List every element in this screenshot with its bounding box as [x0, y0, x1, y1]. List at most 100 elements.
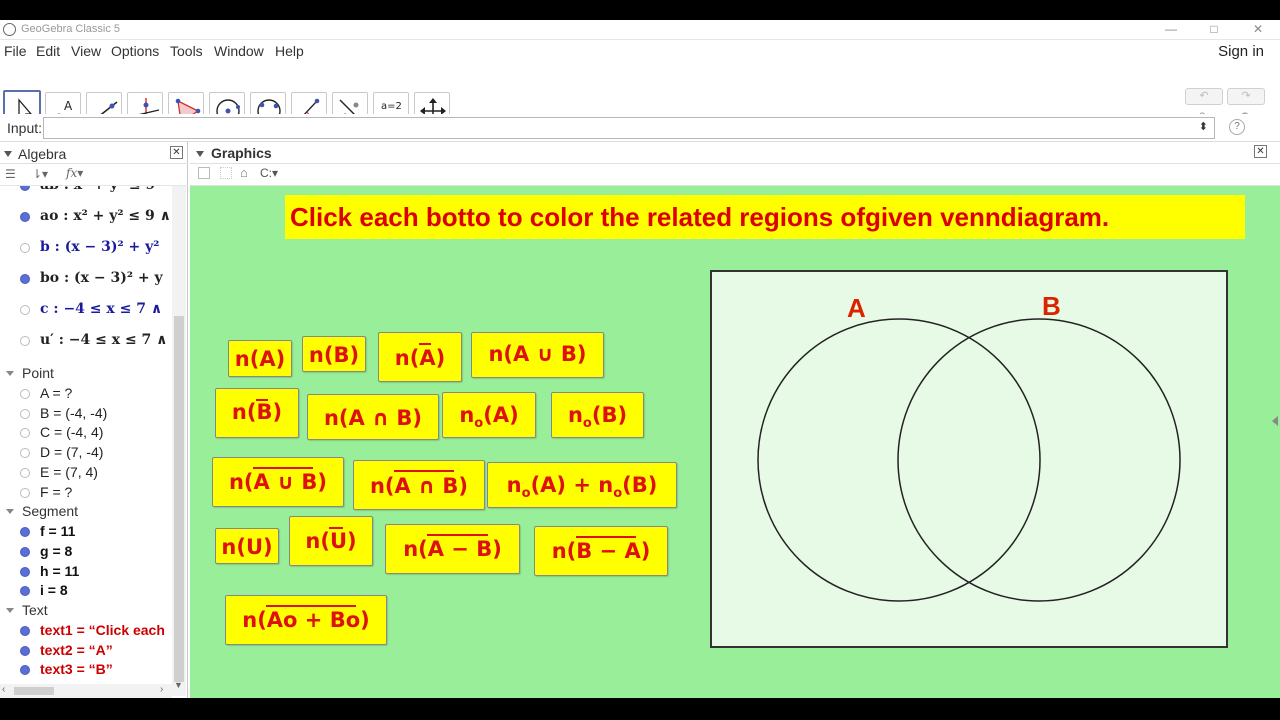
algebra-item[interactable]: b : (x − 3)² + y²: [0, 238, 172, 258]
n-a-union-b-complement-button[interactable]: n(A ∪ B): [212, 457, 344, 507]
input-label: Input:: [7, 120, 43, 136]
category-header[interactable]: Text: [0, 601, 172, 621]
category-collapse-icon[interactable]: [6, 509, 14, 515]
n-a-intersect-b-complement-button[interactable]: n(A ∩ B): [353, 460, 485, 510]
visibility-toggle-icon[interactable]: [20, 448, 30, 459]
algebra-item[interactable]: F = ?: [0, 483, 172, 503]
n-b-button[interactable]: n(B): [302, 336, 366, 372]
maximize-icon[interactable]: □: [1192, 20, 1236, 40]
algebra-horizontal-scrollbar[interactable]: ‹ ›: [0, 684, 172, 698]
algebra-item[interactable]: text1 = “Click each: [0, 621, 172, 641]
close-window-icon[interactable]: ✕: [1236, 20, 1280, 40]
n-a-button[interactable]: n(A): [228, 340, 292, 377]
menu-file[interactable]: File: [4, 43, 27, 59]
venn-diagram[interactable]: A B: [710, 270, 1230, 650]
algebra-list[interactable]: ab : x² + y² ≤ 9 ao : x² + y² ≤ 9 ∧ b : (x…: [0, 186, 172, 684]
redo-button[interactable]: ↷: [1227, 88, 1265, 105]
visibility-toggle-icon[interactable]: [20, 665, 30, 676]
point-capture-dropdown-icon[interactable]: C:▾: [260, 166, 278, 180]
hscroll-thumb[interactable]: [14, 687, 54, 695]
grid-toggle-icon[interactable]: [220, 167, 232, 179]
sort-icon[interactable]: ⇂▾: [32, 167, 48, 181]
visibility-toggle-icon[interactable]: [20, 212, 30, 222]
graphics-collapse-chevron-icon[interactable]: [196, 151, 204, 157]
visibility-toggle-icon[interactable]: [20, 336, 30, 346]
scroll-right-icon[interactable]: ›: [160, 684, 163, 695]
n-b-minus-a-complement-button[interactable]: n(B − A): [534, 526, 668, 576]
visibility-toggle-icon[interactable]: [20, 467, 30, 478]
algebra-vertical-scrollbar[interactable]: ▼: [172, 186, 186, 696]
visibility-toggle-icon[interactable]: [20, 274, 30, 284]
n-u-button[interactable]: n(U): [215, 528, 279, 564]
visibility-toggle-icon[interactable]: [20, 389, 30, 399]
n-only-b-button[interactable]: no(B): [551, 392, 644, 438]
n-a-intersect-b-button[interactable]: n(A ∩ B): [307, 394, 439, 440]
algebra-item[interactable]: text3 = “B”: [0, 660, 172, 680]
n-b-complement-button[interactable]: n(B): [215, 388, 299, 438]
visibility-toggle-icon[interactable]: [20, 428, 30, 439]
algebra-item[interactable]: i = 8: [0, 581, 172, 601]
home-icon[interactable]: ⌂: [240, 165, 248, 180]
n-a-minus-b-complement-button[interactable]: n(A − B): [385, 524, 520, 574]
input-help-icon[interactable]: ?: [1229, 119, 1245, 135]
algebra-item[interactable]: bo : (x − 3)² + y: [0, 269, 172, 289]
close-graphics-icon[interactable]: ✕: [1254, 145, 1267, 158]
scroll-thumb[interactable]: [174, 316, 184, 682]
collapse-chevron-icon[interactable]: [4, 151, 12, 157]
algebra-item[interactable]: c : −4 ≤ x ≤ 7 ∧: [0, 300, 172, 320]
input-field[interactable]: ⬍: [43, 117, 1215, 139]
visibility-toggle-icon[interactable]: [20, 408, 30, 419]
algebra-item[interactable]: h = 11: [0, 562, 172, 582]
category-collapse-icon[interactable]: [6, 371, 14, 376]
scroll-down-icon[interactable]: ▼: [174, 680, 183, 690]
menu-tools[interactable]: Tools: [170, 43, 203, 59]
category-collapse-icon[interactable]: [6, 608, 14, 613]
axes-toggle-icon[interactable]: [198, 167, 210, 179]
menu-help[interactable]: Help: [275, 43, 304, 59]
input-history-dropdown-icon[interactable]: ⬍: [1199, 120, 1208, 133]
menu-view[interactable]: View: [71, 43, 101, 59]
sign-in-link[interactable]: Sign in: [1218, 43, 1264, 60]
fx-icon[interactable]: fx▾: [66, 166, 83, 180]
algebra-item[interactable]: text2 = “A”: [0, 641, 172, 661]
menu-lines-icon[interactable]: ☰: [5, 167, 16, 181]
algebra-item[interactable]: B = (-4, -4): [0, 404, 172, 424]
n-u-complement-button[interactable]: n(U): [289, 516, 373, 566]
minimize-icon[interactable]: —: [1149, 20, 1193, 40]
graphics-canvas[interactable]: Click each botto to color the related re…: [190, 186, 1280, 698]
visibility-toggle-icon[interactable]: [20, 305, 30, 315]
visibility-toggle-icon[interactable]: [20, 527, 30, 538]
visibility-toggle-icon[interactable]: [20, 645, 30, 656]
n-a-complement-button[interactable]: n(A): [378, 332, 462, 382]
menu-edit[interactable]: Edit: [36, 43, 60, 59]
n-a-union-b-button[interactable]: n(A ∪ B): [471, 332, 604, 378]
n-only-a-button[interactable]: no(A): [442, 392, 536, 438]
algebra-item[interactable]: A = ?: [0, 384, 172, 404]
n-only-a-plus-only-b-button[interactable]: no(A) + no(B): [487, 462, 677, 508]
algebra-item[interactable]: ab : x² + y² ≤ 9: [0, 186, 172, 196]
visibility-toggle-icon[interactable]: [20, 586, 30, 597]
algebra-item[interactable]: C = (-4, 4): [0, 423, 172, 443]
menu-window[interactable]: Window: [214, 43, 264, 59]
algebra-item[interactable]: g = 8: [0, 542, 172, 562]
algebra-item[interactable]: u′ : −4 ≤ x ≤ 7 ∧: [0, 331, 172, 351]
scroll-left-icon[interactable]: ‹: [2, 684, 5, 695]
visibility-toggle-icon[interactable]: [20, 566, 30, 577]
menu-options[interactable]: Options: [111, 43, 159, 59]
category-header[interactable]: Point: [0, 364, 172, 384]
algebra-item[interactable]: E = (7, 4): [0, 463, 172, 483]
visibility-toggle-icon[interactable]: [20, 546, 30, 557]
visibility-toggle-icon[interactable]: [20, 186, 30, 191]
n-ao-plus-bo-complement-button[interactable]: n(Ao + Bo): [225, 595, 387, 645]
visibility-toggle-icon[interactable]: [20, 243, 30, 253]
universal-set-rectangle[interactable]: [710, 270, 1228, 648]
algebra-item[interactable]: f = 11: [0, 522, 172, 542]
category-header[interactable]: Segment: [0, 502, 172, 522]
algebra-item[interactable]: D = (7, -4): [0, 443, 172, 463]
close-algebra-icon[interactable]: ✕: [170, 146, 183, 159]
expand-side-icon[interactable]: [1272, 416, 1278, 426]
visibility-toggle-icon[interactable]: [20, 626, 30, 636]
undo-button[interactable]: ↶: [1185, 88, 1223, 105]
algebra-item[interactable]: ao : x² + y² ≤ 9 ∧: [0, 207, 172, 227]
visibility-toggle-icon[interactable]: [20, 487, 30, 498]
